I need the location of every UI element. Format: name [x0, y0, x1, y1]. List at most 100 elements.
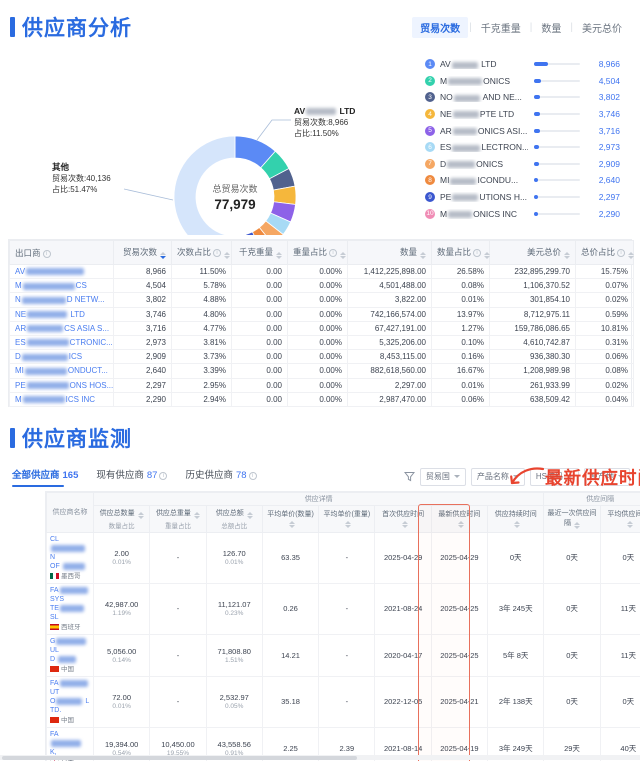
legend-item-8[interactable]: 8MIICONDU...2,640 — [425, 172, 620, 189]
exporter-name-link[interactable]: DICS — [10, 350, 114, 364]
sort-up-icon — [276, 252, 282, 255]
sort-icon[interactable] — [340, 252, 346, 259]
exporter-name-link[interactable]: ESCTRONIC... — [10, 335, 114, 349]
sort-icon[interactable] — [345, 521, 351, 528]
monitor-col-header-6[interactable]: 平均单价(重量) — [319, 505, 375, 532]
monitor-tab-3[interactable]: 历史供应商78i — [185, 467, 256, 487]
tab-label: 现有供应商 — [96, 470, 144, 481]
redacted-text — [453, 111, 479, 118]
legend-rank-badge: 10 — [425, 209, 435, 219]
donut-slice-others[interactable] — [174, 136, 241, 235]
sort-icon[interactable] — [289, 521, 295, 528]
info-icon[interactable]: i — [43, 250, 51, 258]
exporter-col-header-2[interactable]: 贸易次数 — [114, 241, 172, 265]
flag-icon — [50, 666, 59, 672]
info-icon[interactable]: i — [213, 249, 221, 257]
exporter-row-2: MCS4,5045.78%0.000.00%4,501,488.000.08%1… — [10, 279, 634, 293]
sort-icon[interactable] — [276, 252, 282, 259]
legend-item-2[interactable]: 2MONICS4,504 — [425, 73, 620, 90]
legend-item-4[interactable]: 4NEPTE LTD3,746 — [425, 106, 620, 123]
exporter-name-link[interactable]: ND NETW... — [10, 293, 114, 307]
monitor-col-header-11[interactable]: 平均供应间隔 — [600, 505, 640, 532]
supplier-name-cell[interactable]: FA SYSTE SL西班牙 — [47, 583, 94, 634]
monitor-col-header-3[interactable]: 供应总重量重量占比 — [150, 505, 206, 532]
name-text: M — [15, 281, 22, 290]
sort-icon[interactable] — [224, 252, 230, 259]
exporter-col-header-1[interactable]: 出口商i — [10, 241, 114, 265]
filter-dropdown-3[interactable]: HS编码 — [530, 468, 579, 486]
sort-icon[interactable] — [194, 512, 200, 519]
exporter-name-link[interactable]: MIONDUCT... — [10, 364, 114, 378]
info-icon[interactable]: i — [617, 249, 625, 257]
legend-value-bar-fill — [534, 195, 538, 199]
supplier-name-cell[interactable]: FA UTO LTD.中国 — [47, 676, 94, 727]
exporter-name-link[interactable]: AV — [10, 265, 114, 279]
sort-icon[interactable] — [402, 521, 408, 528]
name-text: M — [15, 395, 22, 404]
monitor-tab-1[interactable]: 全部供应商165 — [12, 467, 78, 487]
sort-icon[interactable] — [514, 521, 520, 528]
sort-icon[interactable] — [420, 252, 426, 259]
name-text: PE — [15, 381, 26, 390]
legend-company-name: ARONICS ASI... — [440, 126, 528, 136]
sort-icon[interactable] — [458, 521, 464, 528]
exporter-name-link[interactable]: MCS — [10, 279, 114, 293]
exporter-name-link[interactable]: MICS INC — [10, 392, 114, 406]
exporter-col-header-7[interactable]: 数量占比i — [432, 241, 490, 265]
sort-icon[interactable] — [628, 252, 634, 259]
info-icon[interactable]: i — [473, 249, 481, 257]
monitor-col-header-7[interactable]: 首次供应时间 — [375, 505, 431, 532]
sort-icon[interactable] — [247, 512, 253, 519]
monitor-tab-2[interactable]: 现有供应商87i — [96, 467, 167, 487]
scrollbar-thumb[interactable] — [2, 756, 357, 760]
sort-icon[interactable] — [138, 512, 144, 519]
exporter-name-link[interactable]: PEONS HOS... — [10, 378, 114, 392]
sort-icon[interactable] — [627, 521, 633, 528]
monitor-col-header-10[interactable]: 最近一次供应间隔 — [544, 505, 600, 532]
legend-value-bar-fill — [534, 79, 541, 83]
metric-tab-1[interactable]: 贸易次数 — [412, 17, 468, 38]
filter-dropdown-2[interactable]: 产品名称 — [471, 468, 525, 486]
metric-tab-3[interactable]: 数量 — [533, 17, 569, 38]
exporter-name-link[interactable]: NE LTD — [10, 307, 114, 321]
sort-down-icon — [289, 525, 295, 528]
legend-item-5[interactable]: 5ARONICS ASI...3,716 — [425, 122, 620, 139]
sort-icon[interactable] — [574, 522, 580, 529]
exporter-col-header-3[interactable]: 次数占比i — [172, 241, 232, 265]
info-icon[interactable]: i — [159, 472, 167, 480]
monitor-col-header-5[interactable]: 平均单价(数量) — [262, 505, 318, 532]
metric-tab-2[interactable]: 千克重量 — [473, 17, 529, 38]
filter-dropdown-1[interactable]: 贸易国 — [420, 468, 466, 486]
legend-item-7[interactable]: 7DONICS2,909 — [425, 156, 620, 173]
sort-icon[interactable] — [484, 252, 490, 259]
exporter-col-header-6[interactable]: 数量 — [348, 241, 432, 265]
legend-item-10[interactable]: 10MONICS INC2,290 — [425, 205, 620, 222]
metric-tab-4[interactable]: 美元总价 — [574, 17, 630, 38]
exporter-col-header-5[interactable]: 重量占比i — [288, 241, 348, 265]
sort-icon[interactable] — [160, 252, 166, 259]
legend-item-6[interactable]: 6ESLECTRON...2,973 — [425, 139, 620, 156]
exporter-name-link[interactable]: ARCS ASIA S... — [10, 321, 114, 335]
monitor-col-header-2[interactable]: 供应总数量数量占比 — [94, 505, 150, 532]
exporter-col-header-9[interactable]: 总价占比i — [576, 241, 634, 265]
monitor-col-header-4[interactable]: 供应总额总额占比 — [206, 505, 262, 532]
sort-icon[interactable] — [564, 252, 570, 259]
info-icon[interactable]: i — [329, 249, 337, 257]
legend-item-1[interactable]: 1AV LTD8,966 — [425, 56, 620, 73]
legend-item-9[interactable]: 9PEUTIONS H...2,297 — [425, 189, 620, 206]
monitor-col-header-9[interactable]: 供应持续时间 — [488, 505, 544, 532]
legend-value-bar-fill — [534, 112, 540, 116]
filter-dropdown-4[interactable]: 原产地 — [584, 468, 630, 486]
cell-value: 2.39 — [340, 744, 355, 753]
funnel-icon[interactable] — [404, 471, 415, 482]
legend-item-3[interactable]: 3NO AND NE...3,802 — [425, 89, 620, 106]
legend-rank-badge: 1 — [425, 59, 435, 69]
exporter-col-header-8[interactable]: 美元总价 — [490, 241, 576, 265]
cell-value: 3年 249天 — [499, 744, 533, 753]
country-name: 中国 — [61, 665, 74, 674]
supplier-name-cell[interactable]: CLNOF 墨西哥 — [47, 532, 94, 583]
info-icon[interactable]: i — [249, 472, 257, 480]
supplier-name-cell[interactable]: G ULD 中国 — [47, 634, 94, 676]
monitor-col-header-8[interactable]: 最新供应时间 — [431, 505, 487, 532]
exporter-col-header-4[interactable]: 千克重量 — [232, 241, 288, 265]
